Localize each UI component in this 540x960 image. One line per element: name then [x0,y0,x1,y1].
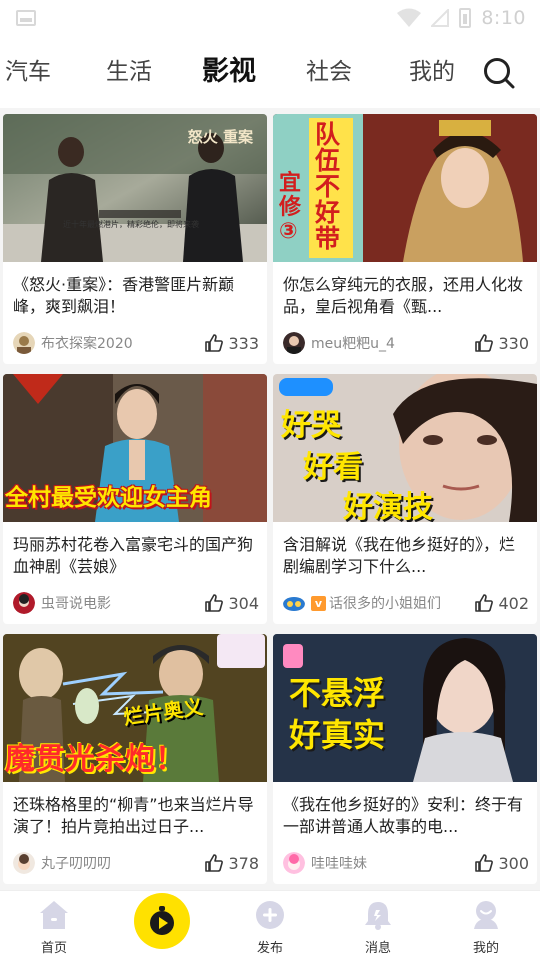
author-name[interactable]: meu粑粑u_4 [311,333,395,353]
category-tab-bar: 汽车 生活 影视 社会 我的 [0,36,540,108]
avatar[interactable] [13,592,35,614]
avatar[interactable] [283,592,305,614]
nav-mine-label: 我的 [472,941,499,956]
author-name[interactable]: 哇哇哇妹 [311,853,367,873]
screenshot-notification-icon [16,10,36,26]
video-meta: meu粑粑u_4 330 [283,330,529,356]
thumbs-up-icon [205,854,224,872]
thumbnail-line-3: 好演技 [343,490,433,522]
like-button[interactable]: 333 [204,332,259,354]
video-meta: 虫哥说电影 304 [13,590,259,616]
status-bar: 8:10 [0,0,540,36]
thumbs-up-icon [205,334,224,352]
avatar[interactable] [283,852,305,874]
video-title[interactable]: 还珠格格里的“柳青”也来当烂片导演了！拍片竟拍出过日子... [13,794,259,838]
thumbnail-title-text: 怒火 重案 [187,128,253,146]
signal-icon [431,9,450,27]
video-card[interactable]: 烂片奥义 魔贯光杀炮！ 还珠格格里的“柳青”也来当烂片导演了！拍片竟拍出过日子.… [3,634,267,884]
avatar[interactable] [13,852,35,874]
thumbs-up-icon [475,594,494,612]
video-thumbnail[interactable]: 怒火 重案 近十年最燃港片，精彩绝伦，即将来袭 [3,114,267,262]
thumbs-up-icon [205,594,224,612]
like-count: 300 [498,853,529,873]
nav-messages-label: 消息 [364,941,391,956]
like-button[interactable]: 402 [474,592,529,614]
like-count: 330 [498,333,529,353]
verified-badge-icon: v [311,596,326,611]
nav-messages[interactable]: 消息 [338,897,418,957]
thumbnail-line-2: 好真实 [289,716,386,754]
like-count: 402 [498,593,529,613]
search-icon[interactable] [482,56,516,90]
video-title[interactable]: 《我在他乡挺好的》安利：终于有一部讲普通人故事的电... [283,794,529,838]
video-thumbnail[interactable]: 队伍不好带 宜修③ [273,114,537,262]
thumbs-up-icon [475,854,494,872]
publish-icon [256,901,284,929]
video-thumbnail[interactable]: 不悬浮 好真实 [273,634,537,782]
video-card[interactable]: 好哭 好看 好演技 含泪解说《我在他乡挺好的》，烂剧编剧学习下什么... v 话很… [273,374,537,624]
author-name[interactable]: 虫哥说电影 [41,593,111,613]
video-meta: 丸子叨叨叨 378 [13,850,259,876]
play-button[interactable] [134,893,190,949]
channel-logo [279,378,333,396]
tab-society[interactable]: 社会 [306,54,352,94]
video-thumbnail[interactable]: 好哭 好看 好演技 [273,374,537,522]
battery-icon [459,8,472,28]
thumbs-up-icon [475,334,494,352]
nav-publish[interactable]: 发布 [230,897,310,957]
bottom-nav: 首页 发布 消息 我的 [0,890,540,960]
author-name-text: 话很多的小姐姐们 [329,596,441,612]
video-title[interactable]: 你怎么穿纯元的衣服，还用人化妆品，皇后视角看《甄... [283,274,529,318]
video-title[interactable]: 《怒火·重案》：香港警匪片新巅峰，爽到飙泪！ [13,274,259,318]
status-icons: 8:10 [397,6,526,30]
like-count: 378 [228,853,259,873]
like-count: 304 [228,593,259,613]
thumbnail-title-text: 全村最受欢迎女主角 [5,485,212,511]
video-card[interactable]: 不悬浮 好真实 《我在他乡挺好的》安利：终于有一部讲普通人故事的电... 哇哇哇… [273,634,537,884]
thumbnail-caption: 近十年最燃港片，精彩绝伦，即将来袭 [63,220,199,229]
author-name[interactable]: 布衣探案2020 [41,333,133,353]
video-title[interactable]: 玛丽苏村花卷入富豪宅斗的国产狗血神剧《芸娘》 [13,534,259,578]
like-button[interactable]: 300 [474,852,529,874]
nav-mine[interactable]: 我的 [446,897,526,957]
like-button[interactable]: 378 [204,852,259,874]
tab-mine[interactable]: 我的 [409,54,455,94]
nav-home[interactable]: 首页 [14,897,94,957]
thumbnail-line-1: 不悬浮 [289,674,386,712]
video-meta: v 话很多的小姐姐们 402 [283,590,529,616]
author-name[interactable]: v 话很多的小姐姐们 [311,593,441,613]
active-tab-indicator [194,92,264,100]
thumbnail-line-2: 魔贯光杀炮！ [5,742,185,777]
clock: 8:10 [481,7,526,29]
tab-life[interactable]: 生活 [106,54,152,94]
nav-publish-label: 发布 [256,941,283,956]
tab-auto[interactable]: 汽车 [5,54,51,94]
thumbnail-line-2: 好看 [303,450,363,485]
nav-home-label: 首页 [40,941,67,956]
author-name[interactable]: 丸子叨叨叨 [41,853,111,873]
user-icon [474,901,498,929]
thumbnail-title-text: 队伍不好带 [315,120,341,253]
tab-film-tv[interactable]: 影视 [194,54,264,100]
like-button[interactable]: 330 [474,332,529,354]
thumbnail-line-1: 好哭 [281,408,341,443]
play-icon [150,906,174,935]
video-card[interactable]: 怒火 重案 近十年最燃港片，精彩绝伦，即将来袭 《怒火·重案》：香港警匪片新巅峰… [3,114,267,364]
video-meta: 布衣探案2020 333 [13,330,259,356]
bell-icon [365,902,391,930]
home-icon [40,901,68,929]
like-count: 333 [228,333,259,353]
video-meta: 哇哇哇妹 300 [283,850,529,876]
video-thumbnail[interactable]: 烂片奥义 魔贯光杀炮！ [3,634,267,782]
video-thumbnail[interactable]: 全村最受欢迎女主角 [3,374,267,522]
video-card[interactable]: 队伍不好带 宜修③ 你怎么穿纯元的衣服，还用人化妆品，皇后视角看《甄... me… [273,114,537,364]
wifi-icon [397,8,422,27]
avatar[interactable] [283,332,305,354]
like-button[interactable]: 304 [204,592,259,614]
avatar[interactable] [13,332,35,354]
thumbnail-side-text: 宜修③ [279,171,302,244]
video-card[interactable]: 全村最受欢迎女主角 玛丽苏村花卷入富豪宅斗的国产狗血神剧《芸娘》 虫哥说电影 3… [3,374,267,624]
video-title[interactable]: 含泪解说《我在他乡挺好的》，烂剧编剧学习下什么... [283,534,529,578]
